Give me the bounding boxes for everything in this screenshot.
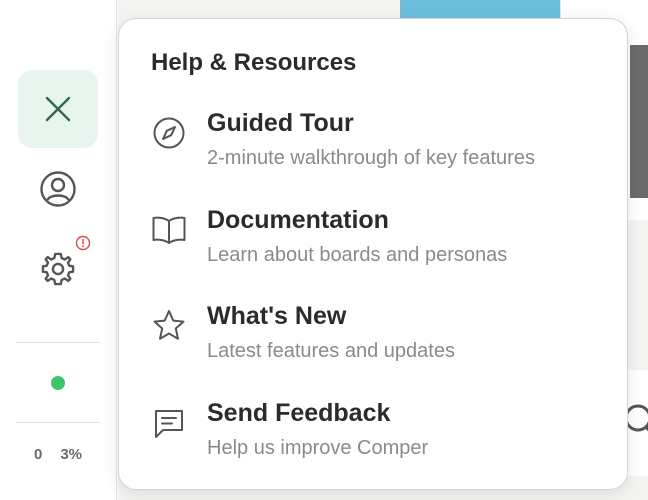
menu-item-title: Guided Tour [207, 109, 354, 137]
book-open-icon [151, 212, 187, 248]
help-resources-popover: Help & Resources Guided Tour 2-minute wa… [118, 18, 628, 490]
menu-item-whats-new[interactable]: What's New Latest features and updates [143, 302, 613, 382]
compass-icon [151, 115, 187, 151]
menu-item-description: 2-minute walkthrough of key features [207, 147, 535, 169]
status-indicator [51, 376, 65, 390]
menu-item-title: Documentation [207, 206, 389, 234]
menu-item-description: Learn about boards and personas [207, 244, 508, 266]
menu-item-title: What's New [207, 302, 347, 330]
close-button[interactable] [18, 70, 98, 148]
gear-icon [41, 252, 75, 286]
message-square-icon [151, 405, 187, 441]
menu-item-description: Latest features and updates [207, 340, 455, 362]
alert-circle-icon [75, 235, 91, 251]
stat-count: 0 [33, 446, 43, 463]
stat-percent: 3% [60, 446, 83, 463]
star-icon [151, 308, 187, 344]
sidebar: 0 3% [0, 0, 117, 500]
profile-button[interactable] [18, 150, 98, 228]
menu-item-send-feedback[interactable]: Send Feedback Help us improve Comper [143, 399, 613, 479]
popover-title: Help & Resources [151, 49, 357, 76]
user-circle-icon [40, 171, 76, 207]
close-icon [45, 96, 71, 122]
menu-item-title: Send Feedback [207, 399, 391, 427]
menu-item-documentation[interactable]: Documentation Learn about boards and per… [143, 206, 613, 286]
sidebar-stats: 0 3% [0, 446, 116, 463]
sidebar-divider [16, 342, 100, 343]
sidebar-divider [16, 422, 100, 423]
background-panel [400, 0, 562, 18]
menu-item-description: Help us improve Comper [207, 437, 429, 459]
menu-item-guided-tour[interactable]: Guided Tour 2-minute walkthrough of key … [143, 109, 613, 189]
background-image [630, 45, 648, 198]
